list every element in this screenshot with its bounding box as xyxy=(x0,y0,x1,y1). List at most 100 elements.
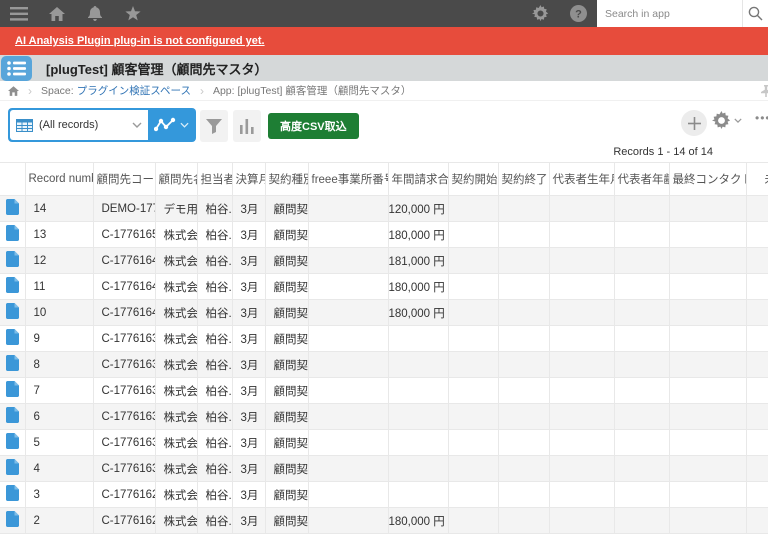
table-cell: 株式会... xyxy=(154,221,198,248)
record-document-icon xyxy=(5,407,19,423)
open-record-button[interactable] xyxy=(0,325,26,352)
table-cell xyxy=(548,507,615,534)
breadcrumb-space-link[interactable]: プラグイン検証スペース xyxy=(77,83,191,98)
favorites-star-icon[interactable] xyxy=(114,0,152,27)
help-icon[interactable]: ? xyxy=(559,0,597,27)
table-cell: 8 xyxy=(24,351,94,378)
table-cell: 3月 xyxy=(231,429,266,456)
search-input[interactable] xyxy=(597,0,748,27)
filter-button[interactable] xyxy=(200,110,228,142)
open-record-button[interactable] xyxy=(0,377,26,404)
table-cell xyxy=(307,377,389,404)
table-cell xyxy=(668,273,747,300)
table-cell: 顧問契約 xyxy=(264,247,309,274)
table-body: 14DEMO-1776...デモ用...柏谷...3月顧問契約120,000 円… xyxy=(0,195,768,534)
table-cell xyxy=(497,325,550,352)
column-header[interactable]: 担当者 xyxy=(196,162,233,196)
table-cell xyxy=(447,195,499,222)
table-cell: 3月 xyxy=(231,481,266,508)
table-cell: 3月 xyxy=(231,273,266,300)
open-record-button[interactable] xyxy=(0,507,26,534)
add-record-button[interactable] xyxy=(681,110,707,136)
table-cell: 3月 xyxy=(231,195,266,222)
table-cell xyxy=(447,377,499,404)
more-options-button[interactable]: ••• xyxy=(755,111,768,125)
table-cell: 顧問契約 xyxy=(264,325,309,352)
chevron-down-icon xyxy=(132,122,142,128)
table-cell xyxy=(447,403,499,430)
table-cell: 180,000 円 xyxy=(387,273,449,300)
record-document-icon xyxy=(5,199,19,215)
table-cell: 株式会... xyxy=(154,325,198,352)
column-header[interactable]: 契約開始日 xyxy=(447,162,499,196)
settings-gear-icon[interactable] xyxy=(521,0,559,27)
pin-icon[interactable] xyxy=(761,85,768,100)
open-record-button[interactable] xyxy=(0,481,26,508)
app-icon[interactable] xyxy=(1,55,32,81)
plugin-warning-link[interactable]: AI Analysis Plugin plug-in is not config… xyxy=(15,35,265,47)
table-cell xyxy=(745,351,768,378)
home-icon[interactable] xyxy=(38,0,76,27)
open-record-button[interactable] xyxy=(0,247,26,274)
table-row: 12C-17761649...株式会...柏谷...3月顧問契約 181,000 … xyxy=(0,247,768,274)
column-header[interactable]: 決算月 xyxy=(231,162,266,196)
open-record-button[interactable] xyxy=(0,455,26,482)
app-settings-button[interactable] xyxy=(712,111,742,130)
top-navbar: ? xyxy=(0,0,768,27)
column-header[interactable]: Record number xyxy=(24,162,94,196)
table-cell: 3月 xyxy=(231,247,266,274)
table-cell: C-17761658... xyxy=(92,221,156,248)
notifications-bell-icon[interactable] xyxy=(76,0,114,27)
table-cell xyxy=(745,273,768,300)
records-line: Records 1 - 14 of 14 xyxy=(0,146,768,162)
table-cell: 顧問契約 xyxy=(264,481,309,508)
column-header[interactable]: 顧問先名 xyxy=(154,162,198,196)
column-header[interactable]: 最終コンタクト日 xyxy=(668,162,747,196)
open-record-button[interactable] xyxy=(0,403,26,430)
breadcrumb-home-icon[interactable] xyxy=(8,85,19,96)
open-record-button[interactable] xyxy=(0,429,26,456)
column-header[interactable]: freee事業所番号 xyxy=(307,162,389,196)
column-header[interactable]: 年間請求合計 xyxy=(387,162,449,196)
open-record-button[interactable] xyxy=(0,273,26,300)
graph-view-button[interactable] xyxy=(148,110,194,140)
open-record-button[interactable] xyxy=(0,351,26,378)
column-header[interactable]: 契約種別 xyxy=(264,162,309,196)
table-cell: 180,000 円 xyxy=(387,221,449,248)
table-cell xyxy=(613,195,670,222)
app-header: [plugTest] 顧客管理（顧問先マスタ） xyxy=(0,55,768,81)
breadcrumb-space-label: Space: xyxy=(41,84,74,97)
table-row: 9C-17761638...株式会...柏谷...3月顧問契約 xyxy=(0,325,768,352)
table-cell xyxy=(307,507,389,534)
table-cell xyxy=(668,351,747,378)
chart-button[interactable] xyxy=(233,110,261,142)
table-cell xyxy=(668,221,747,248)
table-cell: 3月 xyxy=(231,221,266,248)
table-cell xyxy=(307,351,389,378)
table-cell: 柏谷... xyxy=(196,195,233,222)
table-cell: DEMO-1776... xyxy=(92,195,156,222)
column-header[interactable]: 契約終了日 xyxy=(497,162,550,196)
open-record-button[interactable] xyxy=(0,221,26,248)
open-record-button[interactable] xyxy=(0,195,26,222)
view-selector[interactable]: (All records) xyxy=(10,110,148,140)
advanced-csv-import-button[interactable]: 高度CSV取込 xyxy=(268,113,359,139)
table-cell xyxy=(668,403,747,430)
hamburger-menu-icon[interactable] xyxy=(0,0,38,27)
column-header[interactable]: 代表者年齢 xyxy=(613,162,670,196)
table-cell xyxy=(307,403,389,430)
column-header[interactable]: 顧問先コード xyxy=(92,162,156,196)
table-cell: C-17761635... xyxy=(92,377,156,404)
column-header[interactable]: 代表者生年月日 xyxy=(548,162,615,196)
table-cell xyxy=(668,455,747,482)
column-header[interactable]: 未コ xyxy=(745,162,768,196)
record-document-icon xyxy=(5,355,19,371)
table-cell: 顧問契約 xyxy=(264,195,309,222)
search-icon[interactable] xyxy=(742,0,768,27)
table-row: 5C-17761633...株式会...柏谷...3月顧問契約 xyxy=(0,429,768,456)
record-document-icon xyxy=(5,433,19,449)
table-cell: 株式会... xyxy=(154,429,198,456)
record-document-icon xyxy=(5,329,19,345)
table-cell: 柏谷... xyxy=(196,455,233,482)
open-record-button[interactable] xyxy=(0,299,26,326)
